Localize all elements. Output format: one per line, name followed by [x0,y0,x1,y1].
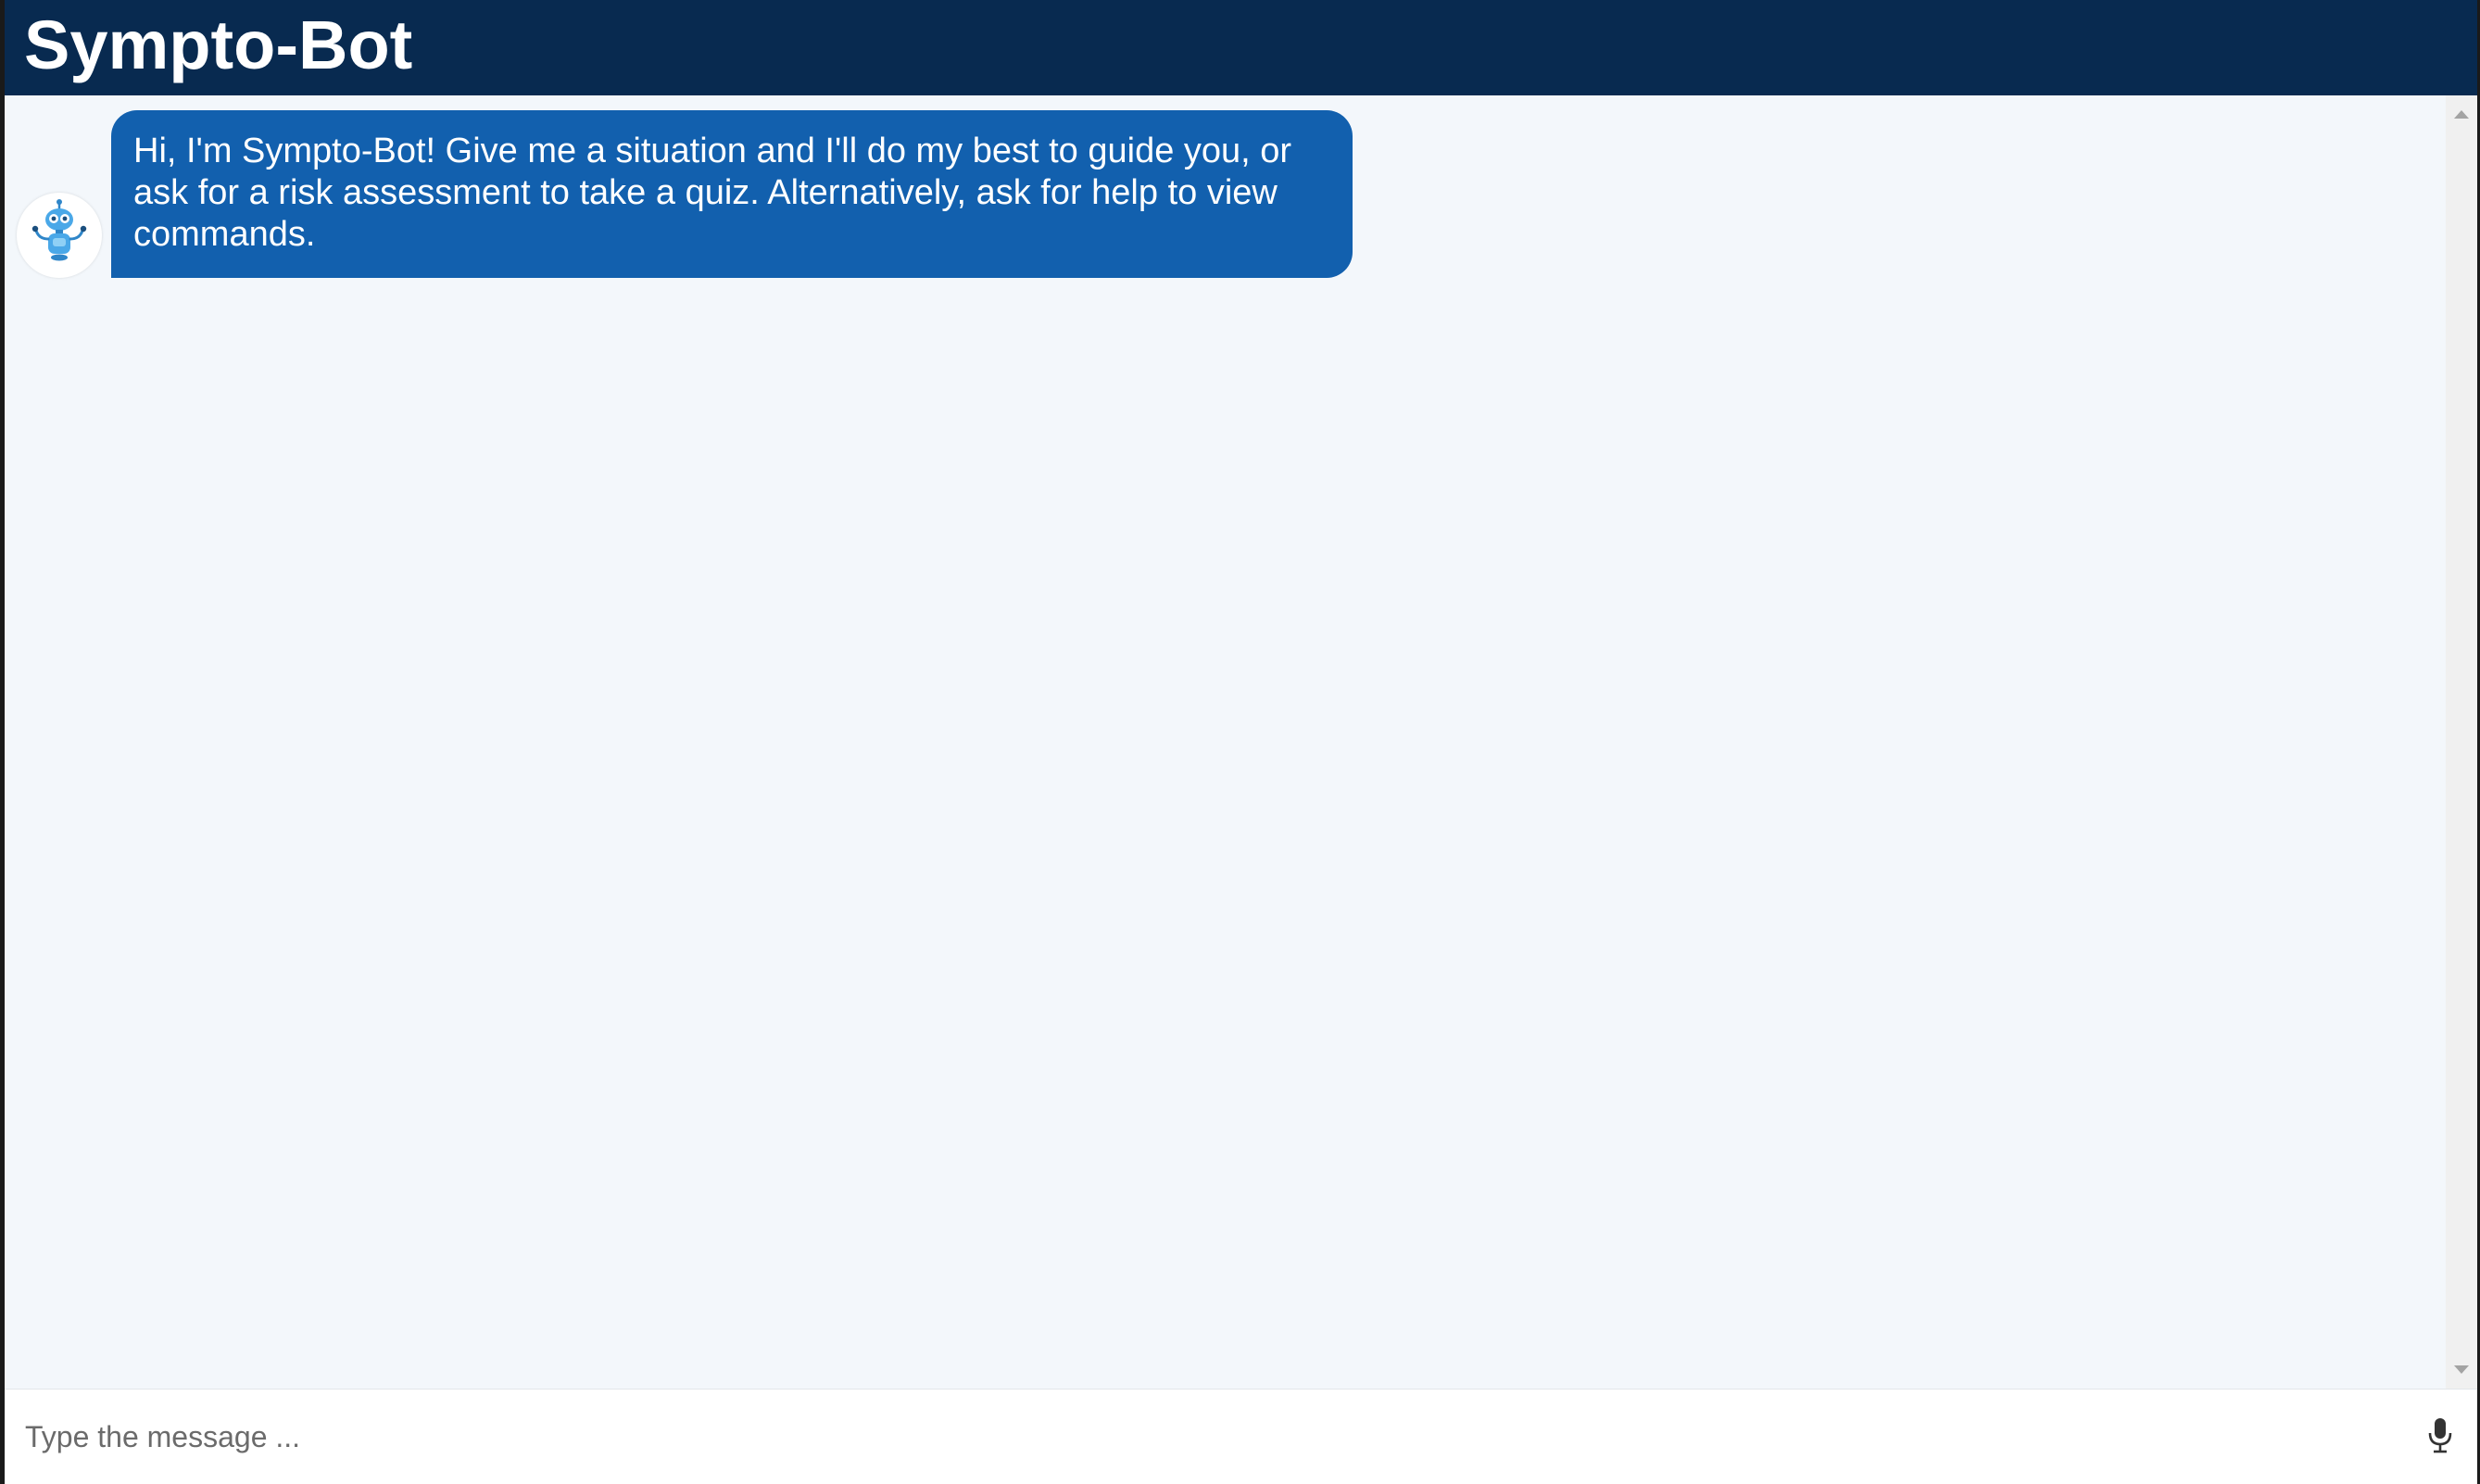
voice-input-button[interactable] [2423,1417,2457,1458]
app-title: Sympto-Bot [24,6,413,83]
chat-window: Sympto-Bot Hi, I'm Sympto-Bot! Give me a… [0,0,2480,1484]
chat-scrollbar[interactable] [2446,95,2477,1389]
robot-icon [22,196,96,275]
microphone-icon [2428,1417,2452,1459]
scroll-up-arrow-icon[interactable] [2454,110,2469,119]
bot-message: Hi, I'm Sympto-Bot! Give me a situation … [17,110,1353,278]
message-composer [5,1389,2477,1484]
bot-message-bubble: Hi, I'm Sympto-Bot! Give me a situation … [111,110,1353,278]
scroll-down-arrow-icon[interactable] [2454,1365,2469,1374]
chat-messages-area[interactable]: Hi, I'm Sympto-Bot! Give me a situation … [5,95,2477,1389]
bot-avatar [17,193,102,278]
app-header: Sympto-Bot [5,0,2477,95]
message-input[interactable] [23,1406,2398,1467]
